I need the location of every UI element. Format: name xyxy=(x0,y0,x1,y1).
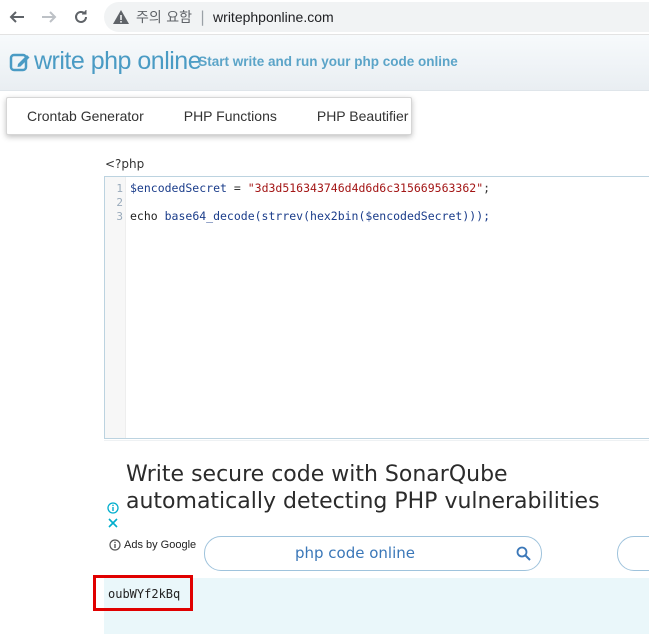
close-icon[interactable] xyxy=(107,517,119,529)
output-text: oubWYf2kBq xyxy=(108,587,181,601)
site-tagline: - Start write and run your php code onli… xyxy=(190,54,458,69)
logo-text: write php online xyxy=(34,47,202,75)
ad-headline[interactable]: Write secure code with SonarQube automat… xyxy=(126,461,646,515)
code-keyword: echo xyxy=(130,209,165,223)
address-separator: | xyxy=(199,8,206,26)
line-number: 2 xyxy=(116,195,123,209)
code-variable: $encodedSecret xyxy=(365,209,463,223)
code-line[interactable]: 3 echo base64_decode(strrev(hex2bin($enc… xyxy=(105,209,490,223)
security-status[interactable]: 주의 요함 xyxy=(136,7,192,27)
info-icon xyxy=(109,539,121,551)
code-variable: $encodedSecret xyxy=(130,181,227,195)
arrow-left-icon xyxy=(9,11,24,23)
address-bar[interactable]: 주의 요함 | writephponline.com xyxy=(104,2,649,32)
code-function-call: base64_decode(strrev(hex2bin( xyxy=(164,209,366,223)
code-line[interactable]: 1 $encodedSecret = "3d3d516343746d4d6d6c… xyxy=(105,181,490,195)
code-string: "3d3d516343746d4d6d6c315669563362" xyxy=(247,181,484,195)
nav-menu: Crontab Generator PHP Functions PHP Beau… xyxy=(6,97,412,135)
related-search-button[interactable]: php code online xyxy=(204,536,542,571)
php-open-tag: <?php xyxy=(105,157,145,171)
code-editor[interactable]: 1 $encodedSecret = "3d3d516343746d4d6d6c… xyxy=(104,176,649,439)
related-search-label: php code online xyxy=(294,544,415,562)
menu-item-crontab-generator[interactable]: Crontab Generator xyxy=(7,108,164,124)
reload-icon xyxy=(75,10,87,23)
ads-by-google-label: Ads by Google xyxy=(124,539,197,551)
ads-by-google[interactable]: Ads by Google xyxy=(109,539,196,551)
reload-button[interactable] xyxy=(69,5,93,29)
code-line[interactable]: 2 xyxy=(105,195,123,209)
code-function-close: ))); xyxy=(462,209,491,223)
site-header: write php online - Start write and run y… xyxy=(0,35,649,91)
forward-button[interactable] xyxy=(37,5,61,29)
arrow-right-icon xyxy=(42,11,57,23)
code-terminator: ; xyxy=(483,181,491,195)
info-icon[interactable] xyxy=(107,502,119,514)
line-number: 3 xyxy=(116,209,123,223)
code-content[interactable]: $encodedSecret = "3d3d516343746d4d6d6c31… xyxy=(130,181,490,195)
menu-item-php-functions[interactable]: PHP Functions xyxy=(164,108,297,124)
code-content[interactable]: echo base64_decode(strrev(hex2bin($encod… xyxy=(130,209,490,223)
search-icon xyxy=(516,546,531,561)
back-button[interactable] xyxy=(5,5,29,29)
code-operator: = xyxy=(226,181,248,195)
url-text[interactable]: writephponline.com xyxy=(213,9,334,25)
warning-icon[interactable] xyxy=(112,8,130,26)
menu-item-php-beautifier[interactable]: PHP Beautifier xyxy=(297,108,429,124)
edit-icon xyxy=(9,53,30,71)
ad-banner[interactable]: Write secure code with SonarQube automat… xyxy=(104,440,649,533)
site-logo[interactable]: write php online xyxy=(9,47,202,76)
line-number: 1 xyxy=(116,181,123,195)
browser-toolbar: 주의 요함 | writephponline.com xyxy=(0,0,649,35)
related-search-button-2[interactable] xyxy=(617,536,649,571)
